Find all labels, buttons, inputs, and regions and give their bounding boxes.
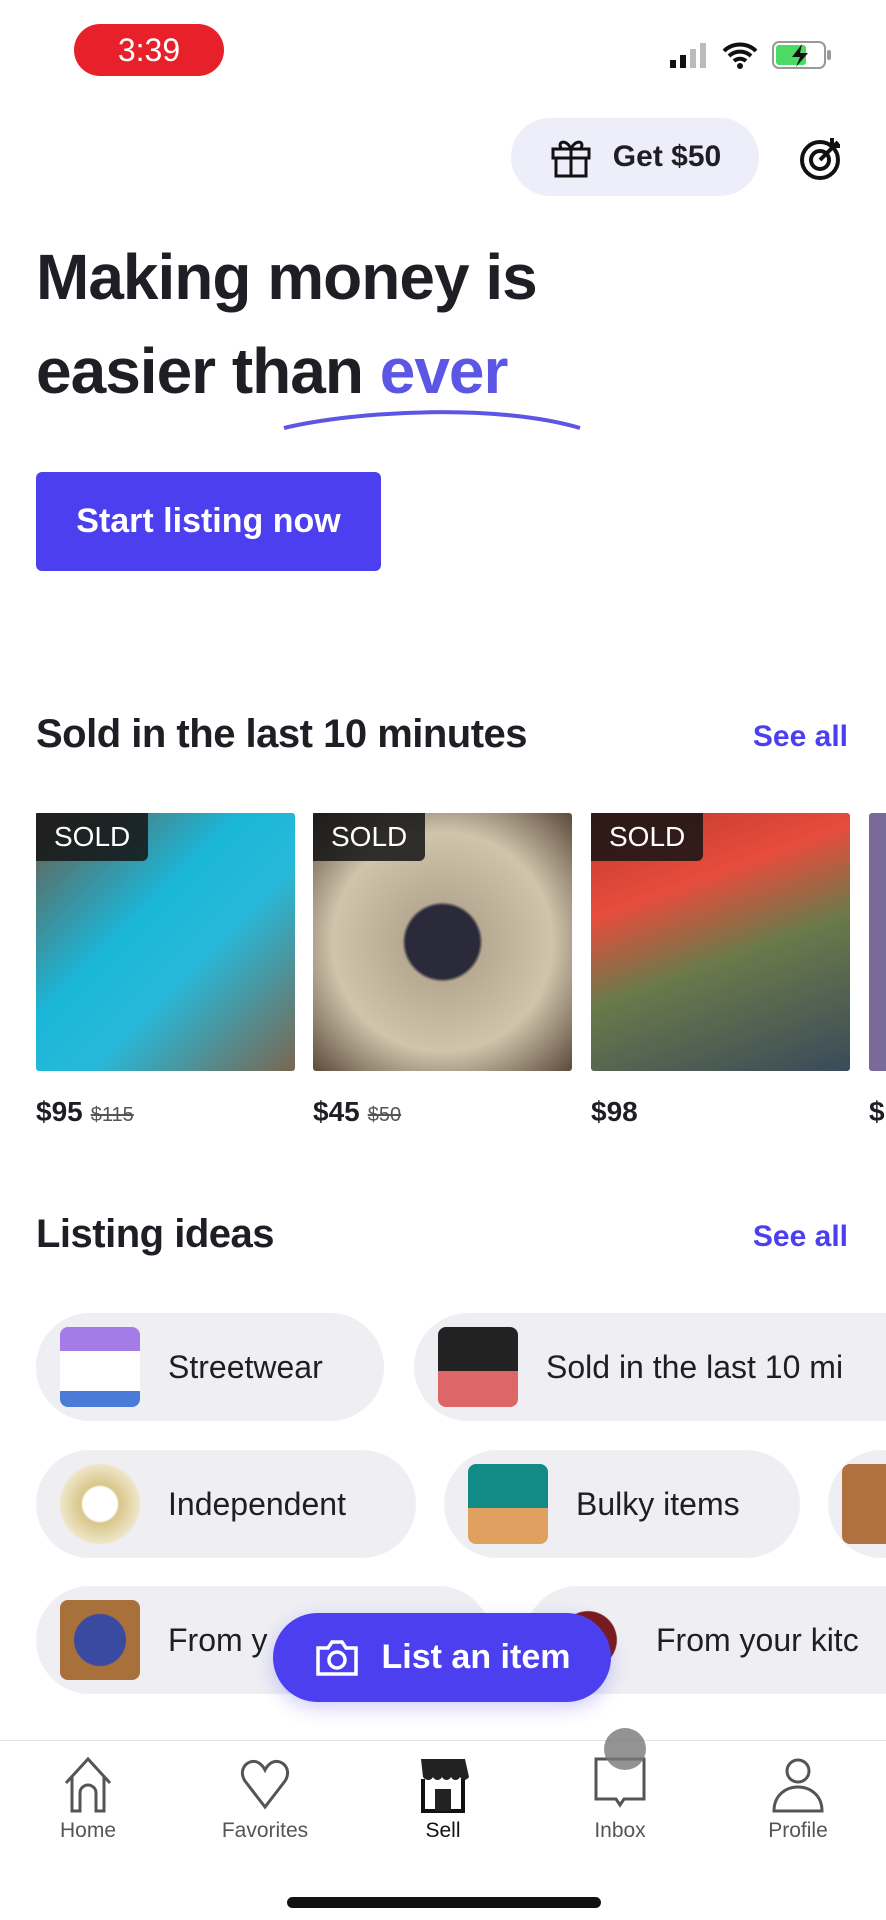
idea-chip[interactable]: Sold in the last 10 mi xyxy=(414,1313,886,1421)
signal-icon xyxy=(670,43,706,68)
chip-label: Bulky items xyxy=(576,1485,740,1522)
hero-line-2: easier than ever xyxy=(36,334,509,408)
status-icons xyxy=(668,40,832,70)
chip-image xyxy=(438,1327,518,1407)
ideas-see-all-link[interactable]: See all xyxy=(753,1220,848,1254)
item-price: $95 $115 xyxy=(36,1096,134,1127)
wifi-icon xyxy=(722,42,758,69)
camera-icon xyxy=(315,1639,358,1676)
tab-inbox[interactable]: Inbox xyxy=(545,1757,695,1843)
chip-label: From y xyxy=(168,1621,268,1658)
heart-icon xyxy=(240,1760,290,1810)
idea-chip[interactable] xyxy=(828,1450,886,1558)
sold-item-card[interactable] xyxy=(869,813,886,1071)
tab-label: Inbox xyxy=(594,1819,646,1842)
referral-label: Get $50 xyxy=(612,140,722,173)
item-price: $ xyxy=(869,1096,885,1127)
tab-label: Home xyxy=(59,1819,117,1842)
gift-icon xyxy=(551,140,591,178)
tab-home[interactable]: Home xyxy=(13,1757,163,1843)
sold-item-card[interactable]: SOLD xyxy=(36,813,295,1071)
chip-label: Streetwear xyxy=(168,1348,323,1385)
ideas-section-title: Listing ideas xyxy=(36,1212,275,1256)
tab-label: Sell xyxy=(425,1819,461,1842)
chip-image xyxy=(842,1464,886,1544)
tab-label: Profile xyxy=(768,1819,828,1842)
sold-badge: SOLD xyxy=(591,813,704,861)
hero-line-1: Making money is xyxy=(36,241,538,313)
status-time: 3:39 xyxy=(74,24,224,76)
chip-image xyxy=(60,1464,140,1544)
sold-section-title: Sold in the last 10 minutes xyxy=(36,712,528,756)
hero-accent: ever xyxy=(379,335,509,407)
idea-chip[interactable]: Bulky items xyxy=(444,1450,800,1558)
chip-image xyxy=(468,1464,548,1544)
chip-image xyxy=(60,1327,140,1407)
tab-label: Favorites xyxy=(221,1819,309,1842)
home-icon xyxy=(64,1757,112,1813)
idea-chip[interactable]: Streetwear xyxy=(36,1313,384,1421)
underline-swoosh xyxy=(283,410,581,430)
battery-charging-icon xyxy=(772,41,831,69)
list-an-item-label: List an item xyxy=(381,1638,571,1676)
sold-see-all-link[interactable]: See all xyxy=(753,720,848,754)
item-price: $45 $50 xyxy=(313,1096,402,1127)
tab-bar: Home Favorites Sell Inbox Profile xyxy=(0,1740,886,1920)
item-price: $98 xyxy=(591,1096,638,1127)
person-icon xyxy=(772,1758,824,1813)
hero-prefix: easier than xyxy=(36,335,380,407)
start-listing-button[interactable]: Start listing now xyxy=(36,472,381,571)
sold-badge: SOLD xyxy=(36,813,149,861)
tab-favorites[interactable]: Favorites xyxy=(190,1757,340,1843)
tab-sell[interactable]: Sell xyxy=(368,1757,518,1843)
chip-label: Independent xyxy=(168,1485,346,1522)
list-an-item-button[interactable]: List an item xyxy=(273,1613,611,1702)
target-icon[interactable] xyxy=(798,134,846,182)
sold-item-card[interactable]: SOLD xyxy=(313,813,572,1071)
touch-indicator xyxy=(604,1728,646,1770)
chip-label: Sold in the last 10 mi xyxy=(546,1348,844,1385)
storefront-icon xyxy=(421,1759,469,1813)
chip-label: From your kitc xyxy=(656,1621,859,1658)
idea-chip[interactable]: Independent xyxy=(36,1450,416,1558)
referral-button[interactable]: Get $50 xyxy=(511,118,759,196)
tab-profile[interactable]: Profile xyxy=(723,1757,873,1843)
sold-badge: SOLD xyxy=(313,813,426,861)
sold-item-card[interactable]: SOLD xyxy=(591,813,850,1071)
home-indicator[interactable] xyxy=(287,1897,601,1908)
chip-image xyxy=(60,1600,140,1680)
